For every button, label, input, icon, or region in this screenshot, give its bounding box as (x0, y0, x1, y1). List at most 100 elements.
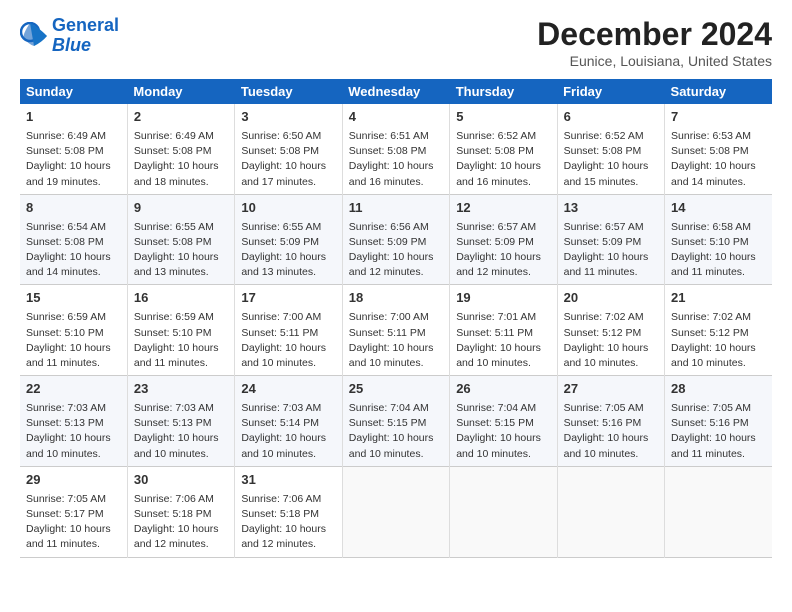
day-number: 27 (564, 380, 658, 399)
day-info: Sunset: 5:10 PM (671, 235, 766, 250)
day-info: Daylight: 10 hours (241, 431, 335, 446)
day-number: 24 (241, 380, 335, 399)
day-info: Daylight: 10 hours (349, 250, 443, 265)
table-row: 17Sunrise: 7:00 AMSunset: 5:11 PMDayligh… (235, 285, 342, 376)
day-number: 12 (456, 199, 550, 218)
table-row: 2Sunrise: 6:49 AMSunset: 5:08 PMDaylight… (127, 104, 234, 194)
logo-line1: General (52, 15, 119, 35)
day-info: Sunrise: 7:06 AM (241, 492, 335, 507)
day-info: and 10 minutes. (134, 447, 228, 462)
day-info: Daylight: 10 hours (671, 341, 766, 356)
day-info: Sunrise: 7:05 AM (671, 401, 766, 416)
table-row: 10Sunrise: 6:55 AMSunset: 5:09 PMDayligh… (235, 194, 342, 285)
day-info: Sunrise: 7:01 AM (456, 310, 550, 325)
day-info: Sunset: 5:09 PM (564, 235, 658, 250)
day-number: 31 (241, 471, 335, 490)
day-info: Daylight: 10 hours (241, 250, 335, 265)
day-info: and 12 minutes. (456, 265, 550, 280)
day-number: 23 (134, 380, 228, 399)
table-row: 21Sunrise: 7:02 AMSunset: 5:12 PMDayligh… (665, 285, 772, 376)
day-info: and 12 minutes. (349, 265, 443, 280)
logo-icon (20, 22, 48, 50)
day-info: Sunset: 5:11 PM (456, 326, 550, 341)
day-info: Sunset: 5:12 PM (564, 326, 658, 341)
day-number: 4 (349, 108, 443, 127)
day-info: Daylight: 10 hours (26, 431, 121, 446)
day-info: Sunset: 5:09 PM (241, 235, 335, 250)
day-info: Daylight: 10 hours (241, 341, 335, 356)
day-info: and 11 minutes. (671, 265, 766, 280)
day-info: Sunset: 5:08 PM (134, 144, 228, 159)
day-info: and 11 minutes. (671, 447, 766, 462)
day-info: Sunset: 5:08 PM (456, 144, 550, 159)
day-info: Daylight: 10 hours (671, 250, 766, 265)
day-info: Sunset: 5:13 PM (26, 416, 121, 431)
day-info: Sunrise: 6:59 AM (134, 310, 228, 325)
day-info: Sunrise: 7:03 AM (134, 401, 228, 416)
day-info: Sunrise: 6:49 AM (134, 129, 228, 144)
table-row: 15Sunrise: 6:59 AMSunset: 5:10 PMDayligh… (20, 285, 127, 376)
day-info: Daylight: 10 hours (134, 341, 228, 356)
day-number: 18 (349, 289, 443, 308)
day-info: Daylight: 10 hours (26, 341, 121, 356)
title-area: December 2024 Eunice, Louisiana, United … (537, 16, 772, 69)
col-monday: Monday (127, 79, 234, 104)
table-row: 14Sunrise: 6:58 AMSunset: 5:10 PMDayligh… (665, 194, 772, 285)
day-info: Daylight: 10 hours (456, 159, 550, 174)
day-info: and 16 minutes. (349, 175, 443, 190)
day-info: and 10 minutes. (241, 356, 335, 371)
table-row: 26Sunrise: 7:04 AMSunset: 5:15 PMDayligh… (450, 376, 557, 467)
day-info: and 16 minutes. (456, 175, 550, 190)
day-info: Sunset: 5:09 PM (349, 235, 443, 250)
day-number: 2 (134, 108, 228, 127)
day-number: 7 (671, 108, 766, 127)
day-info: Sunrise: 6:55 AM (241, 220, 335, 235)
day-number: 29 (26, 471, 121, 490)
day-number: 11 (349, 199, 443, 218)
day-info: and 19 minutes. (26, 175, 121, 190)
table-row: 1Sunrise: 6:49 AMSunset: 5:08 PMDaylight… (20, 104, 127, 194)
calendar-table: Sunday Monday Tuesday Wednesday Thursday… (20, 79, 772, 558)
day-info: Sunrise: 6:52 AM (456, 129, 550, 144)
day-info: Sunrise: 7:05 AM (26, 492, 121, 507)
table-row: 25Sunrise: 7:04 AMSunset: 5:15 PMDayligh… (342, 376, 449, 467)
table-row: 4Sunrise: 6:51 AMSunset: 5:08 PMDaylight… (342, 104, 449, 194)
day-info: Sunrise: 7:03 AM (241, 401, 335, 416)
day-info: Sunset: 5:13 PM (134, 416, 228, 431)
day-info: Sunrise: 6:57 AM (564, 220, 658, 235)
day-info: Sunset: 5:18 PM (134, 507, 228, 522)
day-info: and 15 minutes. (564, 175, 658, 190)
table-row: 16Sunrise: 6:59 AMSunset: 5:10 PMDayligh… (127, 285, 234, 376)
table-row (557, 466, 664, 557)
day-number: 17 (241, 289, 335, 308)
day-info: Sunrise: 6:54 AM (26, 220, 121, 235)
day-number: 6 (564, 108, 658, 127)
table-row: 5Sunrise: 6:52 AMSunset: 5:08 PMDaylight… (450, 104, 557, 194)
day-number: 30 (134, 471, 228, 490)
day-info: Daylight: 10 hours (134, 522, 228, 537)
day-info: and 10 minutes. (456, 356, 550, 371)
day-info: Sunrise: 6:59 AM (26, 310, 121, 325)
day-number: 20 (564, 289, 658, 308)
day-info: Daylight: 10 hours (134, 250, 228, 265)
day-info: Sunrise: 7:06 AM (134, 492, 228, 507)
day-number: 28 (671, 380, 766, 399)
table-row: 3Sunrise: 6:50 AMSunset: 5:08 PMDaylight… (235, 104, 342, 194)
calendar-week-1: 8Sunrise: 6:54 AMSunset: 5:08 PMDaylight… (20, 194, 772, 285)
calendar-week-4: 29Sunrise: 7:05 AMSunset: 5:17 PMDayligh… (20, 466, 772, 557)
day-info: Daylight: 10 hours (26, 159, 121, 174)
day-info: Sunrise: 7:02 AM (671, 310, 766, 325)
day-info: and 14 minutes. (26, 265, 121, 280)
col-saturday: Saturday (665, 79, 772, 104)
day-number: 8 (26, 199, 121, 218)
day-info: Sunrise: 7:02 AM (564, 310, 658, 325)
table-row: 30 Sunrise: 7:06 AMSunset: 5:18 PMDayligh… (127, 466, 234, 557)
day-info: and 10 minutes. (564, 447, 658, 462)
day-info: Sunrise: 7:05 AM (564, 401, 658, 416)
day-info: Sunset: 5:11 PM (241, 326, 335, 341)
day-info: and 11 minutes. (26, 537, 121, 552)
day-info: Sunset: 5:09 PM (456, 235, 550, 250)
table-row (342, 466, 449, 557)
day-number: 3 (241, 108, 335, 127)
day-info: and 10 minutes. (26, 447, 121, 462)
